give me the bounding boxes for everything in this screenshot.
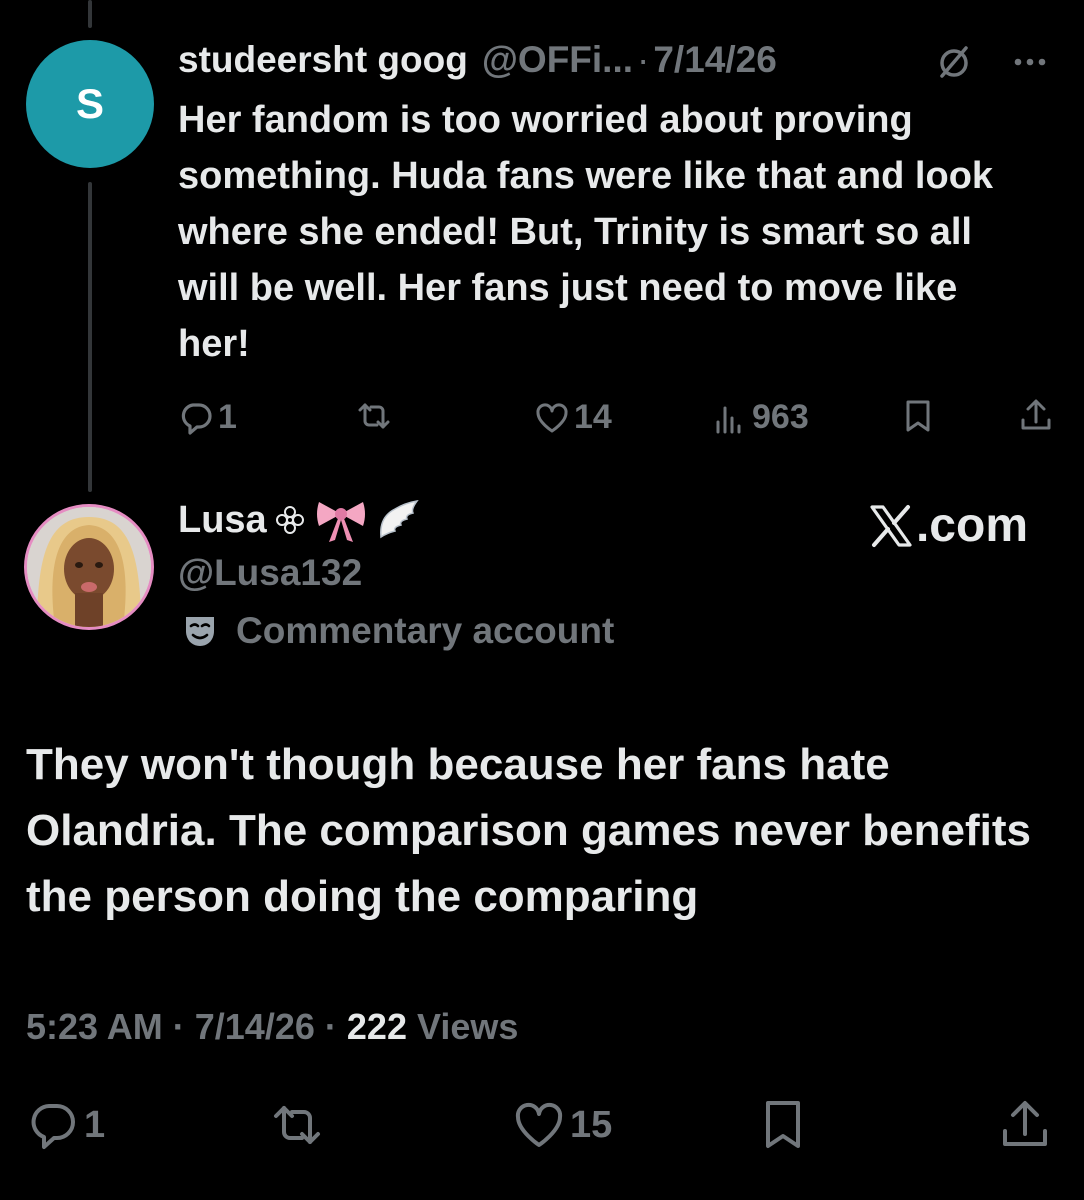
thread-line-top bbox=[88, 0, 92, 28]
bookmark-icon bbox=[766, 1101, 800, 1148]
tweet-time[interactable]: 5:23 AM bbox=[26, 1006, 163, 1047]
reply-date[interactable]: 7/14/26 bbox=[653, 38, 776, 82]
reply-reply-count: 1 bbox=[218, 398, 237, 436]
reply-like-count: 14 bbox=[574, 398, 612, 436]
main-bookmark-button[interactable] bbox=[756, 1098, 810, 1152]
heart-icon bbox=[536, 402, 568, 432]
main-avatar[interactable] bbox=[24, 504, 154, 630]
reply-repost-button[interactable] bbox=[356, 398, 396, 434]
repost-icon bbox=[358, 403, 390, 429]
main-display-name[interactable]: Lusa bbox=[178, 496, 421, 544]
reply-bookmark-button[interactable] bbox=[900, 398, 936, 434]
main-like-count: 15 bbox=[570, 1103, 613, 1146]
mask-icon bbox=[186, 617, 214, 646]
tweet-date[interactable]: 7/14/26 bbox=[195, 1006, 315, 1047]
reply-avatar[interactable]: S bbox=[26, 40, 154, 168]
pink-bow-icon bbox=[313, 496, 369, 544]
main-reply-button[interactable]: 1 bbox=[26, 1098, 105, 1152]
main-actions: 1 15 bbox=[26, 1098, 1066, 1154]
reply-separator: · bbox=[637, 39, 650, 80]
bookmark-icon bbox=[906, 400, 930, 432]
more-icon[interactable] bbox=[1010, 42, 1050, 82]
reply-reply-button[interactable]: 1 bbox=[178, 398, 237, 437]
commentary-label: Commentary account bbox=[182, 610, 614, 652]
reply-views-count: 963 bbox=[752, 398, 809, 436]
reply-header: studeersht goog @OFFi... · 7/14/26 bbox=[178, 38, 1058, 82]
x-watermark-text: .com bbox=[915, 499, 1028, 552]
heart-icon bbox=[515, 1102, 563, 1147]
share-icon bbox=[1021, 399, 1051, 430]
thread-line bbox=[88, 182, 92, 492]
main-handle[interactable]: @Lusa132 bbox=[178, 552, 362, 594]
reply-icon bbox=[31, 1104, 75, 1149]
reply-like-button[interactable]: 14 bbox=[534, 398, 612, 437]
reply-share-button[interactable] bbox=[1018, 398, 1054, 434]
main-reply-count: 1 bbox=[84, 1103, 106, 1146]
views-icon bbox=[716, 406, 741, 433]
reply-icon bbox=[181, 402, 212, 435]
reply-views-button[interactable]: 963 bbox=[712, 398, 809, 437]
views-label: Views bbox=[417, 1006, 519, 1047]
flower-icon bbox=[273, 503, 307, 537]
meta-separator: · bbox=[324, 1006, 337, 1047]
main-name-text: Lusa bbox=[178, 498, 267, 541]
tweet-meta: 5:23 AM · 7/14/26 · 222 Views bbox=[26, 1006, 518, 1048]
x-logo-icon bbox=[870, 504, 912, 547]
reply-text: Her fandom is too worried about proving … bbox=[178, 99, 994, 365]
profile-photo bbox=[27, 507, 151, 627]
commentary-label-text: Commentary account bbox=[236, 610, 615, 651]
main-share-button[interactable] bbox=[998, 1098, 1052, 1152]
wing-icon bbox=[375, 497, 421, 543]
views-count: 222 bbox=[346, 1006, 407, 1047]
main-tweet-text: They won't though because her fans hate … bbox=[26, 740, 1031, 921]
x-watermark: .com bbox=[868, 498, 1028, 553]
meta-separator: · bbox=[172, 1006, 185, 1047]
repost-icon bbox=[274, 1106, 320, 1144]
main-like-button[interactable]: 15 bbox=[512, 1098, 612, 1152]
reply-handle[interactable]: @OFFi... bbox=[482, 38, 633, 82]
reply-actions: 1 14 963 bbox=[178, 398, 1058, 438]
share-icon bbox=[1003, 1101, 1047, 1146]
reply-tweet: studeersht goog @OFFi... · 7/14/26 Her f… bbox=[178, 38, 1058, 372]
grok-icon[interactable] bbox=[934, 42, 974, 82]
main-repost-button[interactable] bbox=[270, 1098, 328, 1152]
reply-display-name[interactable]: studeersht goog bbox=[178, 38, 468, 82]
